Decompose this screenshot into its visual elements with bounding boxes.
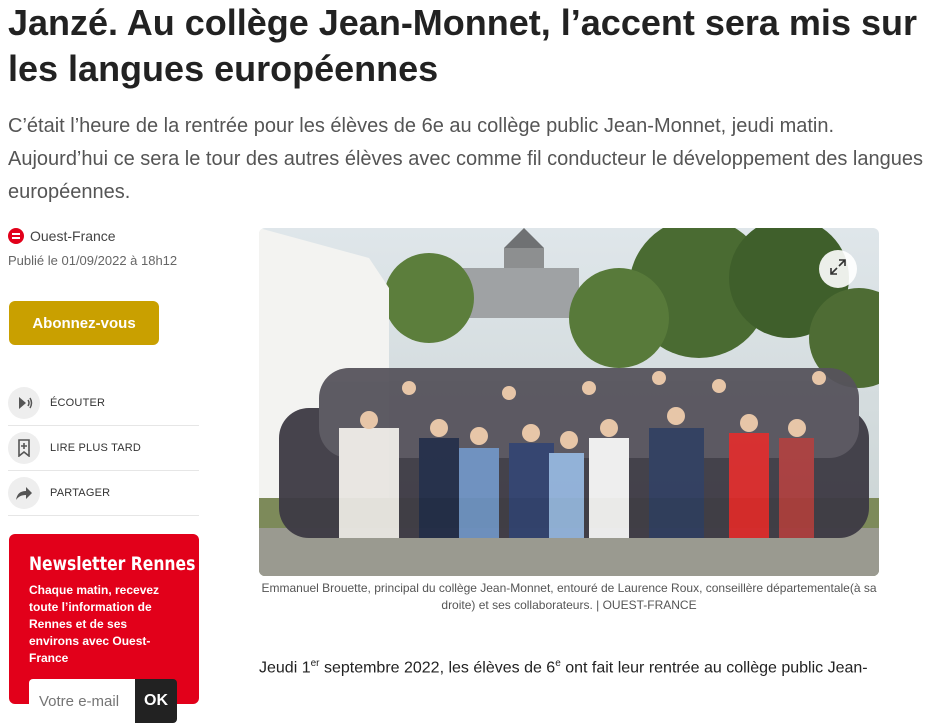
read-later-label: LIRE PLUS TARD	[50, 442, 142, 454]
source-line: Ouest-France	[8, 228, 116, 244]
read-later-action[interactable]: LIRE PLUS TARD	[8, 426, 199, 471]
share-action[interactable]: PARTAGER	[8, 471, 199, 516]
listen-label: ÉCOUTER	[50, 397, 106, 409]
ouest-france-logo-icon	[8, 228, 24, 244]
bookmark-add-icon	[8, 432, 40, 464]
article-actions: ÉCOUTER LIRE PLUS TARD PARTAGER	[8, 381, 199, 516]
article-lead: C’était l’heure de la rentrée pour les é…	[8, 115, 923, 203]
body-sup-1: er	[310, 658, 320, 669]
photo-caption: Emmanuel Brouette, principal du collège …	[261, 581, 877, 612]
newsletter-title: Newsletter Rennes	[29, 553, 196, 575]
body-part-2: septembre 2022, les élèves de 6	[319, 659, 556, 677]
share-label: PARTAGER	[50, 487, 111, 499]
body-part-3: ont fait leur rentrée au collège public …	[560, 659, 868, 677]
newsletter-text: Chaque matin, recevez toute l’informatio…	[29, 582, 179, 667]
subscribe-button[interactable]: Abonnez-vous	[9, 301, 159, 345]
publish-date: Publié le 01/09/2022 à 18h12	[8, 253, 178, 268]
article-title: Janzé. Au collège Jean-Monnet, l’accent …	[8, 2, 917, 89]
play-audio-icon	[8, 387, 40, 419]
article-photo[interactable]	[259, 228, 879, 576]
listen-action[interactable]: ÉCOUTER	[8, 381, 199, 426]
group-photo-illustration	[259, 228, 879, 576]
newsletter-box: Newsletter Rennes Chaque matin, recevez …	[9, 534, 199, 723]
source-name: Ouest-France	[30, 228, 116, 244]
newsletter-ok-button[interactable]: OK	[135, 679, 177, 723]
share-arrow-icon	[8, 477, 40, 509]
expand-icon	[829, 258, 847, 281]
expand-image-button[interactable]	[819, 250, 857, 288]
article-body-first-line: Jeudi 1er septembre 2022, les élèves de …	[259, 658, 899, 677]
newsletter-form: OK	[29, 679, 179, 723]
body-part-1: Jeudi 1	[259, 659, 311, 677]
email-field[interactable]	[29, 679, 135, 723]
